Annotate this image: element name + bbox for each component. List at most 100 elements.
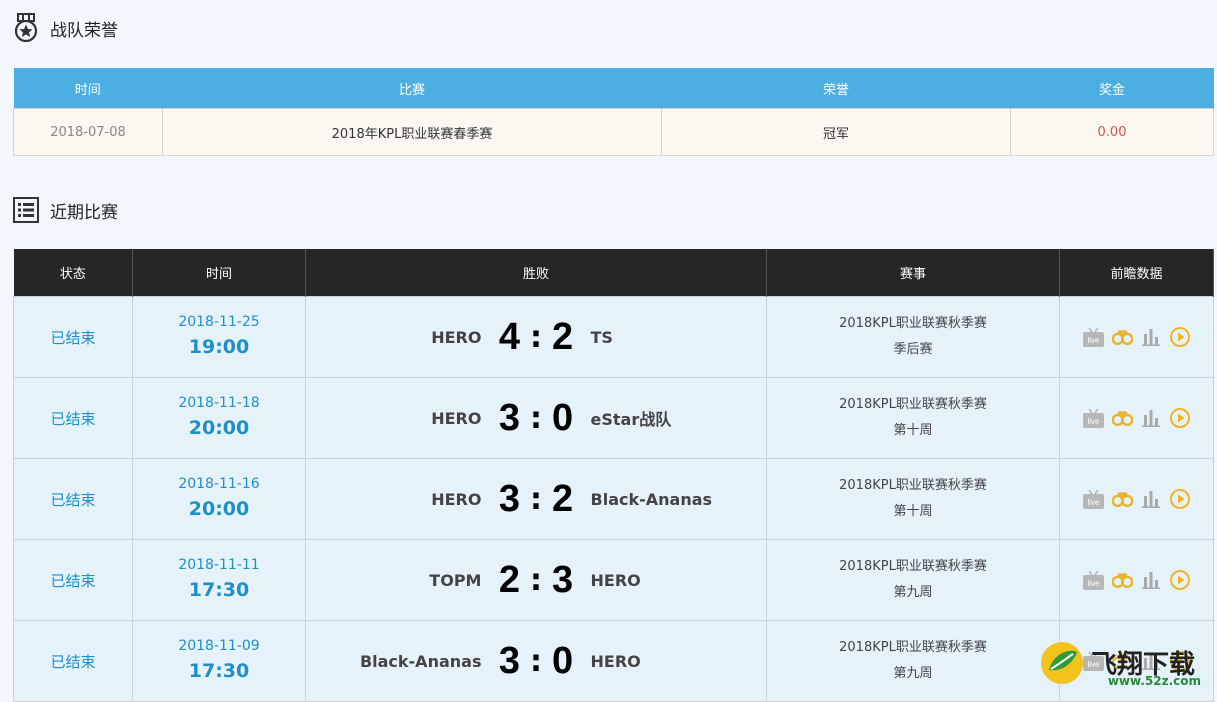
team-left[interactable]: HERO (307, 409, 481, 428)
recent-matches-table: 状态 时间 胜败 赛事 前瞻数据 已结束 2018-11-25 19:00 HE… (13, 249, 1214, 702)
bar-chart-icon[interactable] (1141, 327, 1162, 348)
honor-table-header: 时间 比赛 荣誉 奖金 (13, 68, 1214, 109)
watermark-logo: 飞翔下载 www.52z.com (1039, 635, 1209, 690)
score-separator: : (529, 400, 542, 436)
match-header-status: 状态 (13, 249, 133, 297)
match-date: 2018-11-16 (178, 476, 260, 492)
match-time: 17:30 (188, 660, 250, 682)
live-icon[interactable]: live (1082, 408, 1104, 429)
watermark-url: www.52z.com (1107, 674, 1201, 688)
honor-section-title: 战队荣誉 (50, 20, 118, 41)
team-left[interactable]: HERO (307, 328, 481, 347)
play-icon[interactable] (1170, 327, 1191, 348)
honor-date: 2018-07-08 (13, 108, 163, 156)
honor-title: 冠军 (661, 108, 1011, 156)
score-left: 3 (498, 396, 520, 439)
list-icon (12, 196, 40, 224)
match-time: 17:30 (188, 579, 250, 601)
score-separator: : (529, 319, 542, 355)
play-icon[interactable] (1170, 570, 1191, 591)
score-separator: : (529, 643, 542, 679)
match-status: 已结束 (50, 328, 96, 347)
score-right: 0 (551, 639, 574, 682)
match-status: 已结束 (50, 409, 96, 428)
live-icon[interactable]: live (1082, 489, 1104, 510)
svg-text:live: live (1087, 417, 1100, 426)
binoculars-icon[interactable] (1111, 408, 1133, 429)
match-time: 19:00 (188, 336, 250, 358)
honor-header-time: 时间 (13, 68, 163, 109)
honor-table: 时间 比赛 荣誉 奖金 2018-07-08 2018年KPL职业联赛春季赛 冠… (13, 68, 1214, 156)
match-time: 20:00 (188, 498, 250, 520)
team-right[interactable]: TS (591, 328, 765, 347)
score-separator: : (529, 562, 542, 598)
match-score: 3 : 2 (489, 478, 582, 521)
event-name[interactable]: 2018KPL职业联赛秋季赛 (768, 554, 1058, 580)
match-header-time: 时间 (132, 249, 306, 297)
event-name[interactable]: 2018KPL职业联赛秋季赛 (768, 635, 1058, 661)
score-left: 4 (498, 315, 520, 358)
play-icon[interactable] (1170, 489, 1191, 510)
svg-text:live: live (1087, 336, 1100, 345)
match-header-preview: 前瞻数据 (1059, 249, 1214, 297)
table-row: 已结束 2018-11-11 17:30 TOPM 2 : 3 HERO 201… (13, 539, 1214, 621)
recent-section-header: 近期比赛 (12, 196, 118, 224)
score-right: 0 (551, 396, 574, 439)
score-right: 2 (551, 477, 574, 520)
score-separator: : (529, 481, 542, 517)
score-left: 2 (498, 558, 520, 601)
binoculars-icon[interactable] (1111, 570, 1133, 591)
bar-chart-icon[interactable] (1141, 489, 1162, 510)
match-header-result: 胜败 (305, 249, 767, 297)
team-left[interactable]: Black-Ananas (307, 652, 482, 671)
match-date: 2018-11-09 (178, 638, 260, 654)
match-date: 2018-11-11 (178, 557, 260, 573)
honor-header-match: 比赛 (162, 68, 662, 109)
score-left: 3 (498, 477, 520, 520)
table-row: 2018-07-08 2018年KPL职业联赛春季赛 冠军 0.00 (13, 108, 1214, 156)
score-left: 3 (498, 639, 520, 682)
table-row: 已结束 2018-11-18 20:00 HERO 3 : 0 eStar战队 … (13, 377, 1214, 459)
recent-section-title: 近期比赛 (50, 202, 118, 223)
match-score: 2 : 3 (489, 559, 582, 602)
honor-header-honor: 荣誉 (661, 68, 1011, 109)
match-score: 3 : 0 (489, 397, 582, 440)
team-left[interactable]: HERO (307, 490, 481, 509)
team-right[interactable]: HERO (591, 571, 765, 590)
match-date: 2018-11-18 (178, 395, 260, 411)
table-row: 已结束 2018-11-16 20:00 HERO 3 : 2 Black-An… (13, 458, 1214, 540)
event-stage: 第九周 (893, 585, 933, 600)
binoculars-icon[interactable] (1111, 489, 1133, 510)
event-name[interactable]: 2018KPL职业联赛秋季赛 (768, 311, 1058, 337)
event-stage: 第十周 (893, 504, 933, 519)
event-name[interactable]: 2018KPL职业联赛秋季赛 (768, 392, 1058, 418)
binoculars-icon[interactable] (1111, 327, 1133, 348)
team-right[interactable]: Black-Ananas (591, 490, 765, 509)
event-name[interactable]: 2018KPL职业联赛秋季赛 (768, 473, 1058, 499)
honor-match: 2018年KPL职业联赛春季赛 (162, 108, 662, 156)
team-right[interactable]: eStar战队 (591, 406, 765, 430)
table-row: 已结束 2018-11-25 19:00 HERO 4 : 2 TS 2018K… (13, 296, 1214, 378)
leaf-logo-icon (1041, 641, 1083, 684)
match-header-event: 赛事 (766, 249, 1060, 297)
team-left[interactable]: TOPM (307, 571, 481, 590)
play-icon[interactable] (1170, 408, 1191, 429)
event-stage: 第十周 (893, 423, 933, 438)
bar-chart-icon[interactable] (1141, 570, 1162, 591)
honor-prize: 0.00 (1010, 108, 1214, 156)
live-icon[interactable]: live (1082, 327, 1104, 348)
svg-text:live: live (1087, 498, 1100, 507)
live-icon[interactable]: live (1082, 570, 1104, 591)
bar-chart-icon[interactable] (1141, 408, 1162, 429)
svg-text:live: live (1087, 579, 1100, 588)
table-row: 已结束 2018-11-09 17:30 Black-Ananas 3 : 0 … (13, 620, 1214, 702)
match-status: 已结束 (50, 652, 96, 671)
medal-icon (12, 13, 40, 43)
honor-header-prize: 奖金 (1010, 68, 1214, 109)
team-right[interactable]: HERO (591, 652, 765, 671)
event-stage: 季后赛 (893, 342, 933, 357)
match-date: 2018-11-25 (178, 314, 260, 330)
match-score: 3 : 0 (489, 640, 582, 683)
honor-section-header: 战队荣誉 (12, 13, 118, 43)
match-status: 已结束 (50, 490, 96, 509)
